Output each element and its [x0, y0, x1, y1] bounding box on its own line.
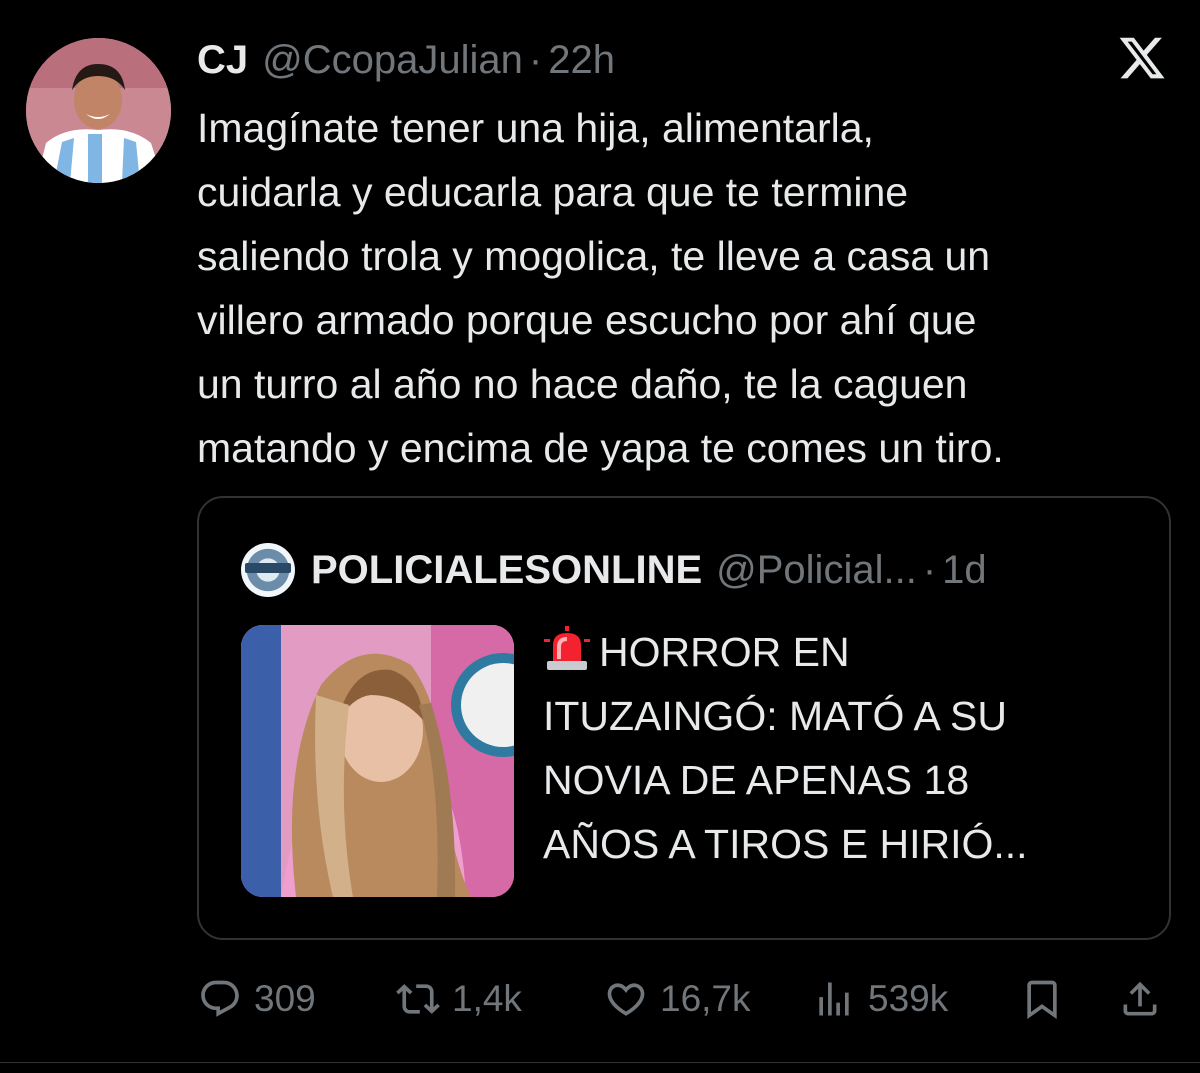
quoted-headline: HORROR EN ITUZAINGÓ: MATÓ A SU NOVIA DE … [543, 629, 1028, 867]
quoted-tweet-header: POLICIALESONLINE @Policial... · 1d [241, 543, 987, 597]
quoted-separator: · [922, 547, 937, 592]
like-button[interactable]: 16,7k [604, 974, 751, 1024]
tweet-text: Imagínate tener una hija, alimentarla, c… [197, 105, 1004, 471]
views-count: 539k [868, 978, 949, 1019]
reply-count: 309 [254, 978, 316, 1019]
siren-icon [544, 626, 590, 670]
bookmark-icon [1027, 980, 1057, 1020]
retweet-icon [396, 984, 440, 1014]
action-bar: 309 1,4k 16,7k 539k [198, 968, 1170, 1028]
share-icon [1123, 981, 1157, 1016]
tweet-header: CJ @CcopaJulian · 22h [197, 36, 615, 84]
retweet-button[interactable]: 1,4k [396, 974, 522, 1024]
quoted-media-image[interactable] [241, 625, 514, 897]
quoted-tweet-text: HORROR EN ITUZAINGÓ: MATÓ A SU NOVIA DE … [543, 620, 1143, 876]
avatar[interactable] [26, 38, 171, 183]
bookmark-button[interactable] [1020, 974, 1064, 1024]
separator: · [528, 37, 543, 82]
reply-button[interactable]: 309 [198, 974, 316, 1024]
views-icon [819, 982, 849, 1016]
quoted-tweet[interactable]: POLICIALESONLINE @Policial... · 1d HORRO… [197, 496, 1171, 940]
retweet-count: 1,4k [452, 978, 522, 1019]
quoted-user-handle[interactable]: @Policial... [716, 548, 917, 593]
heart-icon [607, 983, 645, 1016]
like-count: 16,7k [660, 978, 751, 1019]
views-button[interactable]: 539k [812, 974, 948, 1024]
x-logo-icon[interactable] [1115, 33, 1169, 83]
share-button[interactable] [1118, 974, 1162, 1024]
tweet[interactable]: CJ @CcopaJulian · 22h Imagínate tener un… [0, 0, 1200, 1073]
user-handle[interactable]: @CcopaJulian [262, 38, 523, 83]
quoted-display-name[interactable]: POLICIALESONLINE [311, 548, 702, 593]
reply-icon [201, 980, 239, 1017]
display-name[interactable]: CJ [197, 38, 248, 83]
quoted-timestamp: 1d [942, 547, 987, 592]
timestamp[interactable]: 22h [548, 38, 615, 83]
divider [0, 1062, 1200, 1063]
quoted-avatar[interactable] [241, 543, 295, 597]
